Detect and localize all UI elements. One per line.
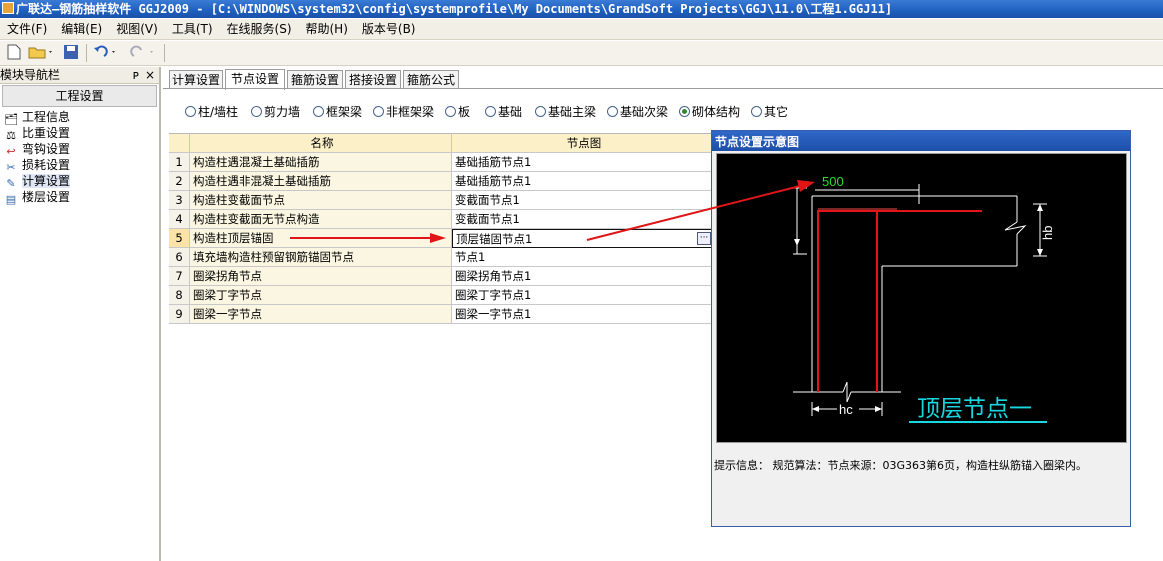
table-row-selected[interactable]: 5 构造柱顶层锚固 顶层锚固节点1 ···: [169, 229, 714, 248]
header-node-diagram: 节点图: [452, 134, 714, 153]
title-bar: 广联达—钢筋抽样软件 GGJ2009 - [C:\WINDOWS\system3…: [0, 0, 1163, 18]
table-row[interactable]: 6 填充墙构造柱预留钢筋锚固节点 节点1: [169, 248, 714, 267]
node-diagram-drawing: 500 hb hc 顶层节点一: [793, 174, 1055, 423]
table-row[interactable]: 8 圈梁丁字节点 圈梁丁字节点1: [169, 286, 714, 305]
tab-stirrup-formula[interactable]: 箍筋公式: [403, 70, 459, 89]
menu-help[interactable]: 帮助(H): [299, 19, 355, 40]
toolbar: [0, 41, 1163, 66]
nav-item-calc-settings[interactable]: ✎ 计算设置: [0, 173, 159, 190]
menu-file[interactable]: 文件(F): [0, 19, 54, 40]
node-diagram-dialog: 节点设置示意图 500 hb hc 顶层节点一 提示信息： 规范算法：节点来源：…: [711, 130, 1131, 527]
dim-hb-label: hb: [1040, 226, 1055, 240]
open-folder-icon[interactable]: [28, 44, 54, 62]
module-navigation-panel: 模块导航栏 ᴘ × 工程设置 🗂 工程信息 ⚖ 比重设置 ↩ 弯钩设置 ✂ 损耗设置 ✎…: [0, 67, 161, 561]
radio-foundation-secondary-beam[interactable]: 基础次梁: [607, 103, 668, 121]
new-file-icon[interactable]: [6, 44, 22, 62]
menu-version[interactable]: 版本号(B): [355, 19, 423, 40]
nav-item-loss[interactable]: ✂ 损耗设置: [0, 157, 159, 174]
menu-tools[interactable]: 工具(T): [165, 19, 220, 40]
radio-frame-beam[interactable]: 框架梁: [313, 103, 362, 121]
nav-item-weight[interactable]: ⚖ 比重设置: [0, 125, 159, 142]
table-row[interactable]: 9 圈梁一字节点 圈梁一字节点1: [169, 305, 714, 324]
close-icon[interactable]: ×: [145, 67, 155, 84]
nav-header: 模块导航栏 ᴘ ×: [0, 67, 159, 84]
hint-message: 提示信息： 规范算法：节点来源：03G363第6页，构造柱纵筋锚入圈梁内。: [714, 459, 1088, 472]
nav-item-floor[interactable]: ▤ 楼层设置: [0, 189, 159, 206]
nav-item-hook[interactable]: ↩ 弯钩设置: [0, 141, 159, 158]
radio-other[interactable]: 其它: [751, 103, 788, 121]
rebar-left: [817, 210, 982, 392]
radio-masonry-structure[interactable]: 砌体结构: [679, 103, 740, 121]
menu-online-service[interactable]: 在线服务(S): [220, 19, 299, 40]
table-row[interactable]: 2 构造柱遇非混凝土基础插筋 基础插筋节点1: [169, 172, 714, 191]
dim-500-label: 500: [822, 174, 844, 189]
nav-group-project-settings[interactable]: 工程设置: [2, 85, 157, 107]
dialog-title: 节点设置示意图: [712, 131, 1130, 151]
tab-stirrup-settings[interactable]: 箍筋设置: [287, 70, 343, 89]
undo-icon[interactable]: [92, 44, 120, 62]
table-row[interactable]: 7 圈梁拐角节点 圈梁拐角节点1: [169, 267, 714, 286]
tab-lap-settings[interactable]: 搭接设置: [345, 70, 401, 89]
break-line-right: [1004, 221, 1027, 235]
radio-column[interactable]: 柱/墙柱: [185, 103, 238, 121]
floor-icon: ▤: [5, 193, 17, 206]
tab-node-settings[interactable]: 节点设置: [225, 69, 285, 90]
radio-foundation[interactable]: 基础: [485, 103, 522, 121]
radio-non-frame-beam[interactable]: 非框架梁: [373, 103, 434, 121]
node-settings-grid: 名称 节点图 1 构造柱遇混凝土基础插筋 基础插筋节点1 2 构造柱遇非混凝土基…: [169, 133, 714, 324]
nav-item-project-info[interactable]: 🗂 工程信息: [0, 109, 159, 126]
save-icon[interactable]: [62, 44, 80, 62]
rebar-right: [876, 210, 895, 392]
dim-hc-label: hc: [839, 402, 853, 417]
radio-shear-wall[interactable]: 剪力墙: [251, 103, 300, 121]
window-title: 广联达—钢筋抽样软件 GGJ2009 - [C:\WINDOWS\system3…: [16, 2, 893, 16]
node-diagram-canvas: 500 hb hc 顶层节点一: [716, 153, 1127, 443]
ellipsis-button[interactable]: ···: [697, 232, 711, 245]
redo-icon[interactable]: [130, 44, 158, 62]
pin-icon[interactable]: ᴘ: [133, 67, 139, 84]
menu-view[interactable]: 视图(V): [109, 19, 165, 40]
break-line-bottom: [842, 381, 852, 403]
selected-node-cell[interactable]: 顶层锚固节点1 ···: [452, 229, 714, 248]
table-row[interactable]: 1 构造柱遇混凝土基础插筋 基础插筋节点1: [169, 153, 714, 172]
menu-edit[interactable]: 编辑(E): [54, 19, 109, 40]
tab-calc-settings[interactable]: 计算设置: [169, 70, 223, 89]
header-name: 名称: [190, 134, 452, 153]
radio-slab[interactable]: 板: [445, 103, 470, 121]
table-header: 名称 节点图: [169, 134, 714, 153]
nav-header-title: 模块导航栏: [0, 68, 61, 82]
menu-bar: 文件(F) 编辑(E) 视图(V) 工具(T) 在线服务(S) 帮助(H) 版本号(B): [0, 19, 1163, 40]
diagram-caption: 顶层节点一: [917, 396, 1032, 422]
radio-foundation-main-beam[interactable]: 基础主梁: [535, 103, 596, 121]
app-icon: [2, 2, 14, 14]
table-row[interactable]: 3 构造柱变截面节点 变截面节点1: [169, 191, 714, 210]
table-row[interactable]: 4 构造柱变截面无节点构造 变截面节点1: [169, 210, 714, 229]
